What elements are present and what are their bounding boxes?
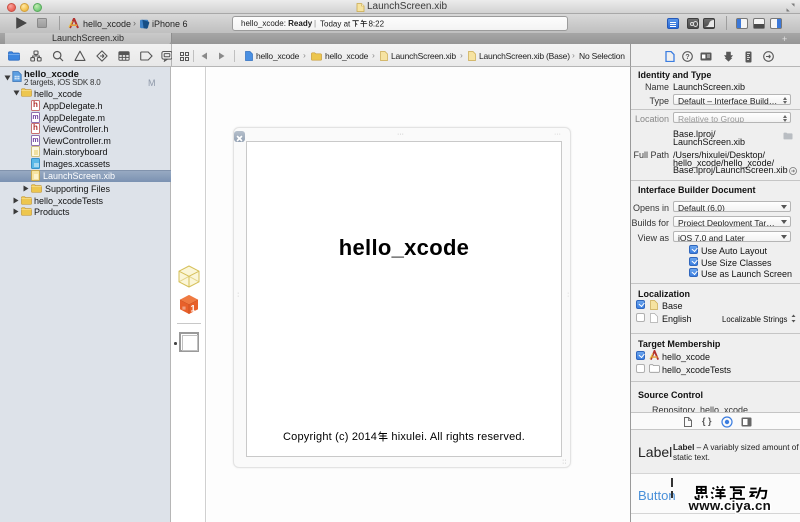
svg-text:?: ? bbox=[685, 54, 689, 61]
svg-text:www.ciya.cn: www.ciya.cn bbox=[688, 498, 771, 513]
svg-text:■: ■ bbox=[182, 305, 186, 312]
svg-text:1: 1 bbox=[191, 304, 196, 314]
